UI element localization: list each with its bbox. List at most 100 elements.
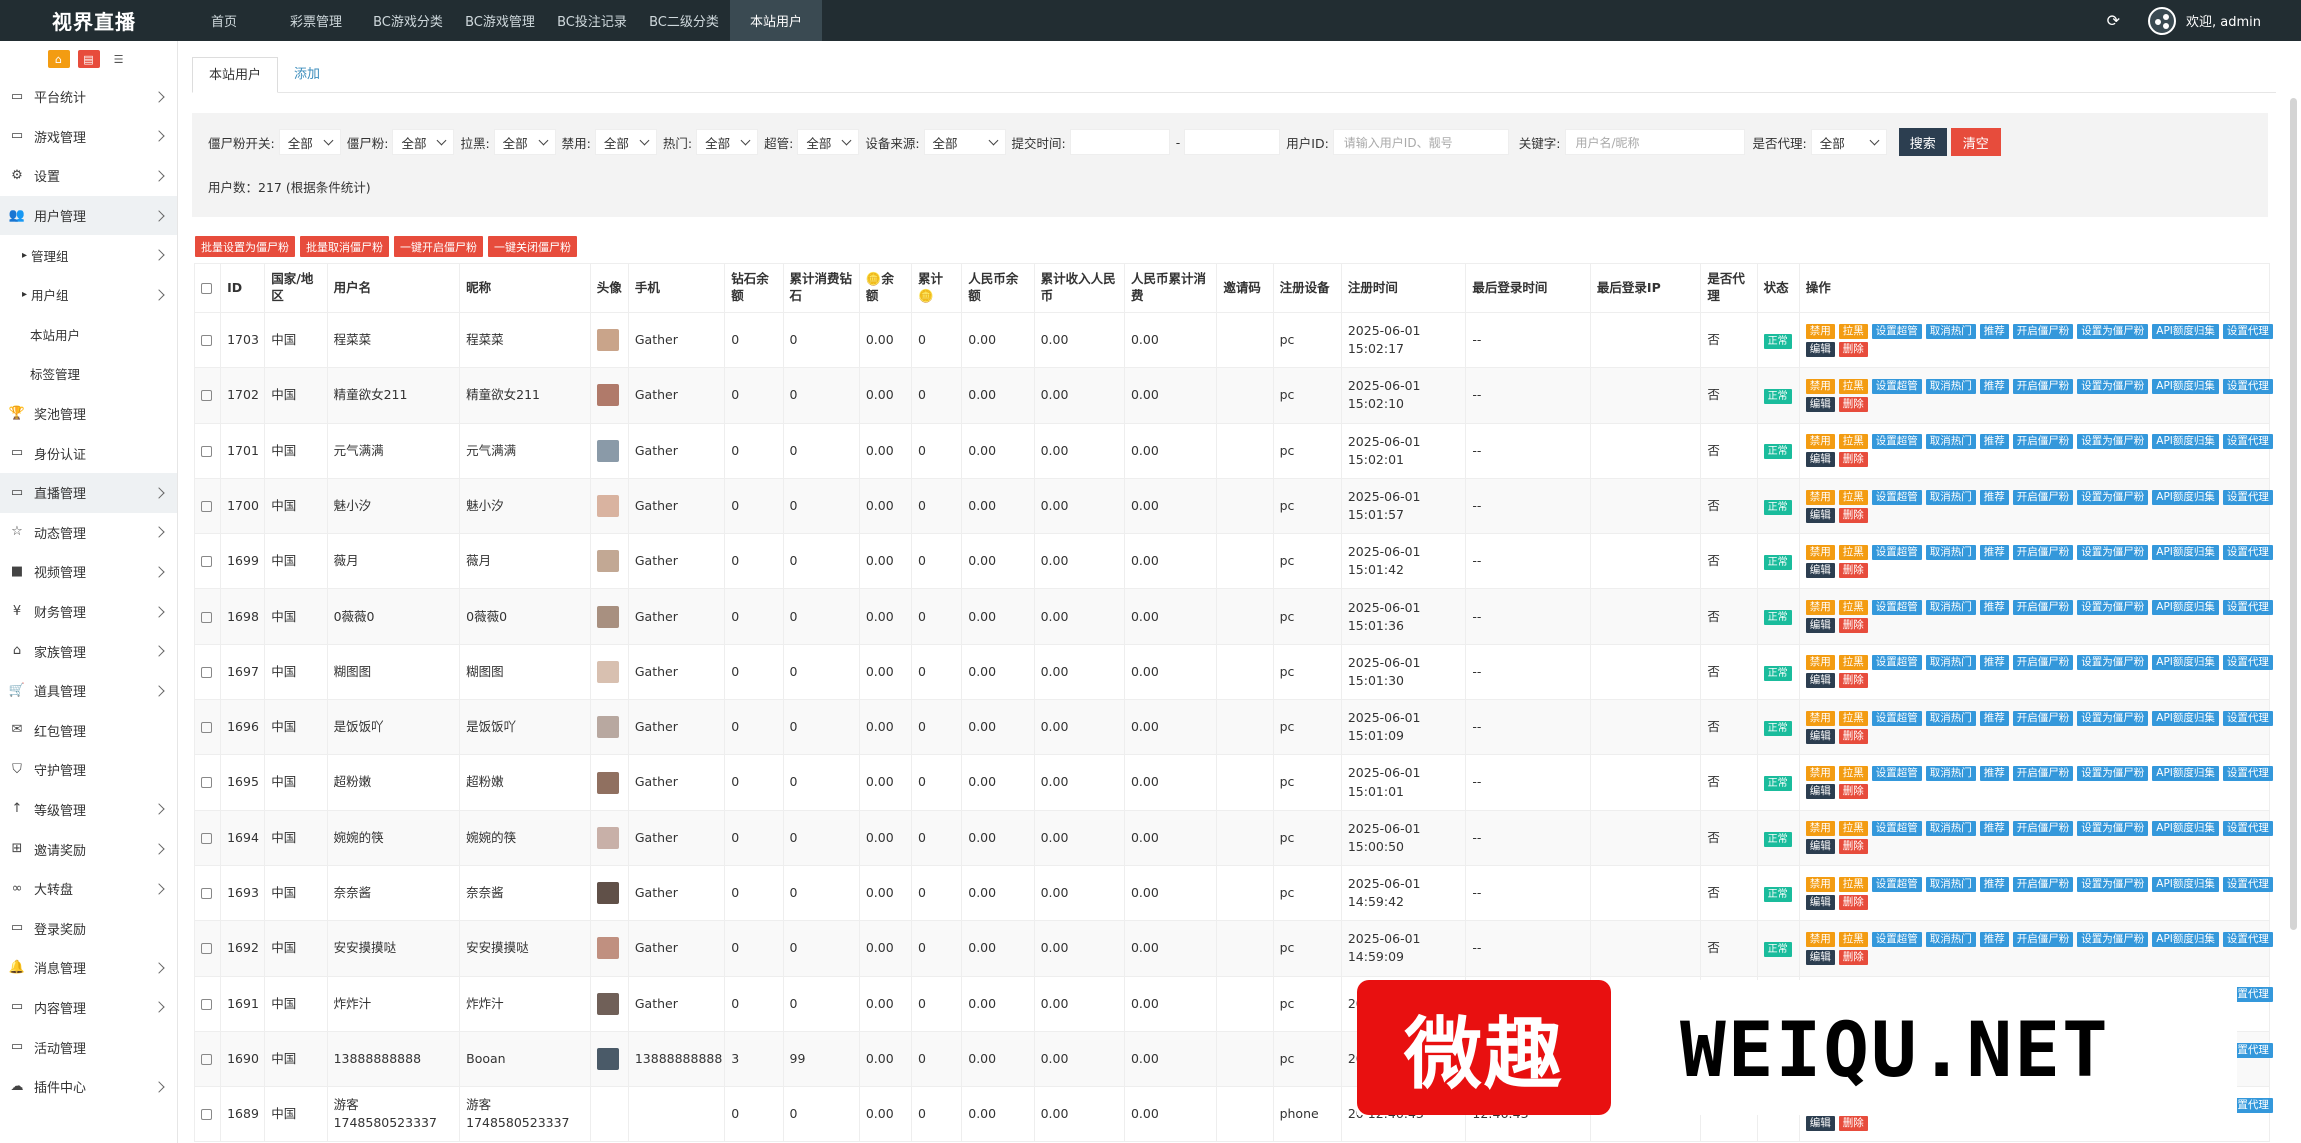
brand-logo[interactable]: 视界直播 (0, 0, 178, 41)
row-action-button[interactable]: API额度归集 (2152, 876, 2219, 892)
sidebar-item[interactable]: ▭ 活动管理 (0, 1027, 177, 1067)
row-checkbox[interactable] (201, 722, 212, 734)
row-action-button[interactable]: 拉黑 (1838, 655, 1868, 671)
filter-select[interactable]: 全部 (594, 129, 657, 155)
row-action-button[interactable]: 取消热门 (1925, 323, 1976, 339)
tab-site-users[interactable]: 本站用户 (192, 57, 279, 93)
row-action-button[interactable]: 设置代理 (2222, 378, 2273, 394)
sidebar-item[interactable]: ▸ 管理组 (0, 235, 177, 275)
batch-button[interactable]: 一键开启僵尸粉 (394, 236, 483, 257)
row-action-button[interactable]: 拉黑 (1838, 544, 1868, 560)
row-action-button[interactable]: 取消热门 (1925, 766, 1976, 782)
row-action-button[interactable]: 拉黑 (1838, 766, 1868, 782)
row-action-button[interactable]: 删除 (1838, 894, 1868, 910)
row-checkbox[interactable] (201, 666, 212, 678)
row-action-button[interactable]: 取消热门 (1925, 600, 1976, 616)
row-action-button[interactable]: 开启僵尸粉 (2012, 489, 2074, 505)
row-checkbox[interactable] (201, 611, 212, 623)
row-action-button[interactable]: 取消热门 (1925, 378, 1976, 394)
row-action-button[interactable]: 禁用 (1805, 434, 1835, 450)
row-action-button[interactable]: 取消热门 (1925, 489, 1976, 505)
row-action-button[interactable]: API额度归集 (2152, 821, 2219, 837)
row-action-button[interactable]: 开启僵尸粉 (2012, 876, 2074, 892)
filter-select[interactable]: 全部 (696, 129, 759, 155)
row-action-button[interactable]: 设置超管 (1871, 821, 1922, 837)
row-action-button[interactable]: 设置超管 (1871, 600, 1922, 616)
sidebar-item[interactable]: ▭ 平台统计 (0, 77, 177, 117)
row-action-button[interactable]: 开启僵尸粉 (2012, 600, 2074, 616)
select-all-checkbox[interactable] (201, 282, 212, 294)
row-action-button[interactable]: 推荐 (1979, 378, 2009, 394)
row-action-button[interactable]: 设置代理 (2222, 821, 2273, 837)
row-action-button[interactable]: 拉黑 (1838, 378, 1868, 394)
row-action-button[interactable]: 设置为僵尸粉 (2077, 821, 2149, 837)
row-action-button[interactable]: 设置超管 (1871, 544, 1922, 560)
row-action-button[interactable]: 禁用 (1805, 821, 1835, 837)
row-action-button[interactable]: 取消热门 (1925, 821, 1976, 837)
batch-button[interactable]: 批量设置为僵尸粉 (195, 236, 295, 257)
row-action-button[interactable]: 禁用 (1805, 323, 1835, 339)
row-action-button[interactable]: 删除 (1838, 396, 1868, 412)
row-action-button[interactable]: 推荐 (1979, 434, 2009, 450)
filter-select[interactable]: 全部 (797, 129, 860, 155)
row-action-button[interactable]: 编辑 (1805, 784, 1835, 800)
row-action-button[interactable]: 设置代理 (2222, 876, 2273, 892)
row-action-button[interactable]: API额度归集 (2152, 489, 2219, 505)
sidebar-item[interactable]: ⊞ 邀请奖励 (0, 829, 177, 869)
row-action-button[interactable]: 拉黑 (1838, 323, 1868, 339)
row-action-button[interactable]: 设置代理 (2222, 931, 2273, 947)
row-action-button[interactable]: 推荐 (1979, 766, 2009, 782)
row-action-button[interactable]: 删除 (1838, 507, 1868, 523)
row-action-button[interactable]: 设置超管 (1871, 378, 1922, 394)
sidebar-item[interactable]: 👥 用户管理 (0, 195, 177, 236)
row-action-button[interactable]: 编辑 (1805, 949, 1835, 965)
sidebar-item[interactable]: ▭ 直播管理 (0, 472, 177, 513)
sidebar-item[interactable]: ∞ 大转盘 (0, 869, 177, 909)
row-action-button[interactable]: 编辑 (1805, 839, 1835, 855)
sidebar-item[interactable]: ▸ 用户组 (0, 275, 177, 315)
row-action-button[interactable]: 编辑 (1805, 507, 1835, 523)
row-action-button[interactable]: 推荐 (1979, 821, 2009, 837)
search-button[interactable]: 搜索 (1898, 128, 1947, 156)
theme-icon[interactable]: ▤ (77, 50, 100, 68)
row-checkbox[interactable] (201, 998, 212, 1010)
batch-button[interactable]: 一键关闭僵尸粉 (488, 236, 577, 257)
batch-button[interactable]: 批量取消僵尸粉 (300, 236, 389, 257)
keyword-input[interactable]: 用户名/昵称 (1564, 129, 1745, 155)
row-action-button[interactable]: API额度归集 (2152, 766, 2219, 782)
row-action-button[interactable]: 拉黑 (1838, 821, 1868, 837)
row-action-button[interactable]: API额度归集 (2152, 931, 2219, 947)
row-checkbox[interactable] (201, 1053, 212, 1065)
row-checkbox[interactable] (201, 335, 212, 347)
row-action-button[interactable]: 设置为僵尸粉 (2077, 931, 2149, 947)
row-action-button[interactable]: 禁用 (1805, 766, 1835, 782)
sidebar-item[interactable]: ▭ 游戏管理 (0, 117, 177, 157)
row-action-button[interactable]: 取消热门 (1925, 876, 1976, 892)
row-action-button[interactable]: 设置为僵尸粉 (2077, 600, 2149, 616)
row-action-button[interactable]: 禁用 (1805, 544, 1835, 560)
row-action-button[interactable]: 开启僵尸粉 (2012, 766, 2074, 782)
row-action-button[interactable]: 设置超管 (1871, 655, 1922, 671)
row-action-button[interactable]: 推荐 (1979, 489, 2009, 505)
row-action-button[interactable]: API额度归集 (2152, 600, 2219, 616)
sidebar-item[interactable]: ⛉ 守护管理 (0, 750, 177, 790)
row-action-button[interactable]: 编辑 (1805, 452, 1835, 468)
sidebar-item[interactable]: 标签管理 (0, 354, 177, 394)
sidebar-item[interactable]: ⌂ 家族管理 (0, 631, 177, 671)
row-action-button[interactable]: 开启僵尸粉 (2012, 821, 2074, 837)
row-action-button[interactable]: 拉黑 (1838, 600, 1868, 616)
row-action-button[interactable]: 取消热门 (1925, 710, 1976, 726)
row-checkbox[interactable] (201, 445, 212, 457)
row-action-button[interactable]: 设置为僵尸粉 (2077, 323, 2149, 339)
row-checkbox[interactable] (201, 390, 212, 402)
clear-button[interactable]: 清空 (1950, 128, 2001, 156)
sidebar-item[interactable]: ▭ 身份认证 (0, 433, 177, 473)
row-action-button[interactable]: 开启僵尸粉 (2012, 323, 2074, 339)
row-checkbox[interactable] (201, 888, 212, 900)
date-start-input[interactable] (1069, 129, 1170, 155)
row-action-button[interactable]: 编辑 (1805, 341, 1835, 357)
filter-select[interactable]: 全部 (923, 129, 1006, 155)
row-action-button[interactable]: 删除 (1838, 673, 1868, 689)
row-action-button[interactable]: 设置代理 (2222, 489, 2273, 505)
row-action-button[interactable]: 禁用 (1805, 710, 1835, 726)
